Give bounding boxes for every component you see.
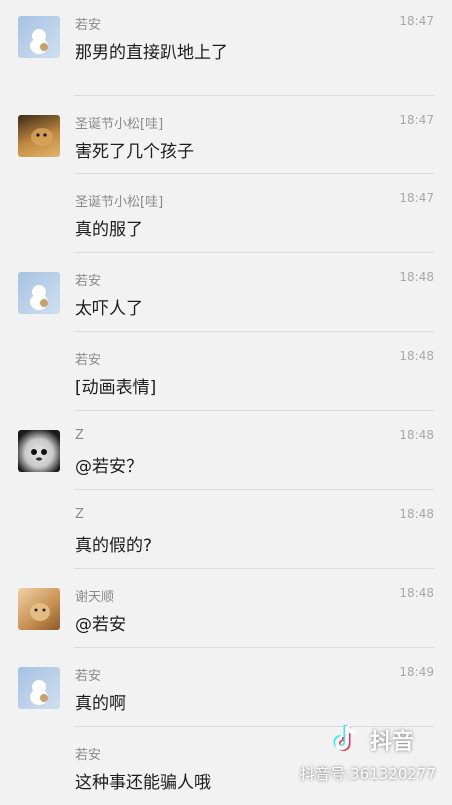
blob-face-avatar[interactable] [18,430,60,472]
message-time: 18:48 [399,349,434,363]
divider [74,647,434,648]
chat-message[interactable]: 若安 18:48 太吓人了 [0,252,452,331]
sender-name: Z [75,507,84,522]
chat-message[interactable]: 圣诞节小松[哇] 18:47 害死了几个孩子 [0,95,452,174]
chat-message-list[interactable]: 若安 18:47 那男的直接趴地上了 圣诞节小松[哇] 18:47 害死了几个孩… [0,0,452,800]
douyin-id-text: 抖音号:361320277 [300,765,436,783]
divider [74,95,434,96]
douyin-note-icon [333,725,356,751]
message-time: 18:47 [399,191,434,205]
message-text: 太吓人了 [75,299,143,319]
message-time: 18:49 [399,665,434,679]
message-time: 18:48 [399,586,434,600]
sender-name: Z [75,428,84,443]
message-time: 18:48 [399,270,434,284]
chat-message[interactable]: 若安 18:49 真的啊 [0,647,452,726]
divider [74,173,434,174]
divider [74,489,434,490]
message-time: 18:48 [399,507,434,521]
sender-name: 谢天顺 [75,590,115,605]
message-text: 真的假的? [75,536,153,556]
sender-name: 圣诞节小松[哇] [75,195,164,210]
divider [74,252,434,253]
douyin-watermark: 抖音 抖音号:361320277 [246,722,436,784]
sender-name: 若安 [75,353,102,368]
douyin-logo: 抖音 [324,722,436,756]
cat-photo-avatar[interactable] [18,115,60,157]
ruoan-cartoon-avatar[interactable] [18,667,60,709]
message-text: 真的啊 [75,694,126,714]
sender-name: 若安 [75,748,102,763]
sender-name: 若安 [75,274,102,289]
message-text: 这种事还能骗人哦 [75,773,211,793]
divider [74,410,434,411]
sender-name: 圣诞节小松[哇] [75,117,164,132]
divider [74,568,434,569]
chat-message[interactable]: Z 18:48 @若安？ [0,410,452,489]
ruoan-cartoon-avatar[interactable] [18,16,60,58]
message-text: 真的服了 [75,220,143,240]
chat-message[interactable]: 若安 18:47 那男的直接趴地上了 [0,0,452,75]
message-text: [动画表情] [75,378,157,398]
chat-message[interactable]: 谢天顺 18:48 @若安 [0,568,452,647]
sender-name: 若安 [75,669,102,684]
sender-name: 若安 [75,18,102,33]
chat-message[interactable]: 若安 18:48 [动画表情] [0,331,452,410]
message-time: 18:47 [399,113,434,127]
message-text: 害死了几个孩子 [75,142,194,162]
ruoan-cartoon-avatar[interactable] [18,272,60,314]
message-text: 那男的直接趴地上了 [75,43,228,63]
douyin-brand-text: 抖音 [370,730,415,755]
message-text: @若安？ [75,457,143,477]
chat-message[interactable]: Z 18:48 真的假的? [0,489,452,568]
message-time: 18:48 [399,428,434,442]
message-time: 18:47 [399,14,434,28]
dog-photo-avatar[interactable] [18,588,60,630]
divider [74,331,434,332]
message-text: @若安 [75,615,126,635]
chat-message[interactable]: 圣诞节小松[哇] 18:47 真的服了 [0,173,452,252]
